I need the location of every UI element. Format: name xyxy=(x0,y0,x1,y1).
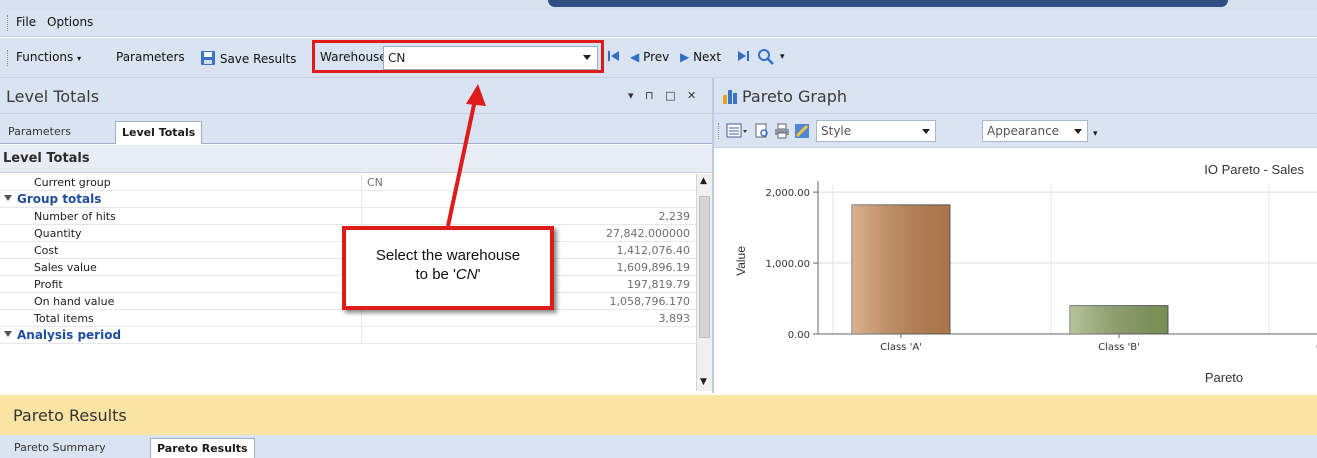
print-preview-icon xyxy=(755,123,768,138)
pareto-results-panel-title: Pareto Results xyxy=(13,406,127,425)
chevron-down-icon xyxy=(1074,129,1082,134)
y-tick-label: 1,000.00 xyxy=(765,259,810,270)
bar-shade-1 xyxy=(852,204,950,334)
chart-layout-button[interactable] xyxy=(726,123,748,142)
style-select[interactable]: Style xyxy=(816,120,936,142)
tab-pareto-results[interactable]: Pareto Results xyxy=(150,438,255,458)
instruction-callout: Select the warehouse to be 'CN' xyxy=(342,226,554,310)
callout-line-2: to be 'CN' xyxy=(415,266,481,283)
pareto-results-tabs: Pareto Summary Pareto Results xyxy=(0,435,1317,458)
appearance-select[interactable]: Appearance xyxy=(982,120,1088,142)
bar-chart-icon xyxy=(723,90,737,104)
chevron-down-icon xyxy=(922,129,930,134)
x-tick-label: Class 'B' xyxy=(1098,342,1140,353)
x-axis-title: Pareto xyxy=(1205,370,1243,385)
pareto-graph-panel-title: Pareto Graph xyxy=(742,87,848,106)
x-tick-label: Class 'A' xyxy=(880,342,922,353)
chart-toolbar: Style Appearance ▾ xyxy=(714,114,1317,148)
pareto-chart: 0.001,000.002,000.00Class 'A'Class 'B'Cl… xyxy=(714,149,1317,393)
pareto-graph-panel-header: Pareto Graph xyxy=(714,78,1317,114)
pareto-results-panel-header: Pareto Results xyxy=(0,395,1317,435)
bar-shade-2 xyxy=(1070,305,1168,334)
layout-list-icon xyxy=(726,123,747,138)
y-tick-label: 2,000.00 xyxy=(765,188,810,199)
pareto-chart-svg: 0.001,000.002,000.00Class 'A'Class 'B'Cl… xyxy=(734,162,1317,385)
callout-line-1: Select the warehouse xyxy=(375,247,521,264)
chart-wizard-button[interactable] xyxy=(794,123,810,142)
print-button[interactable] xyxy=(774,123,790,142)
print-preview-button[interactable] xyxy=(754,123,770,142)
y-tick-label: 0.00 xyxy=(788,330,810,341)
chart-title: IO Pareto - Sales xyxy=(1204,162,1304,177)
y-axis-title: Value xyxy=(734,246,748,276)
toolbar-overflow-icon[interactable]: ▾ xyxy=(1093,129,1098,139)
printer-icon xyxy=(775,123,789,139)
chart-wizard-icon xyxy=(795,124,809,138)
tab-pareto-summary[interactable]: Pareto Summary xyxy=(8,438,112,458)
